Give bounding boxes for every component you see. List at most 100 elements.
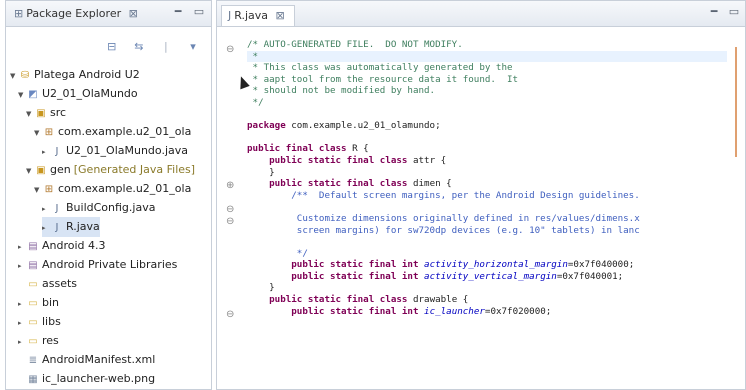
tree-item-label: Platega Android U2 (34, 68, 140, 81)
close-icon[interactable]: ⊠ (129, 7, 138, 20)
code-line: Customize dimensions originally defined … (247, 213, 727, 225)
expand-down-icon[interactable]: ▼ (26, 161, 34, 181)
tree-item-label: ic_launcher-web.png (42, 372, 156, 385)
expand-right-icon[interactable]: ▸ (18, 294, 26, 314)
tree-item[interactable]: ▼ ▣ src (26, 103, 66, 123)
expand-down-icon[interactable]: ▼ (34, 123, 42, 143)
link-with-editor-icon[interactable]: ⇆ (131, 39, 147, 55)
expand-right-icon[interactable]: ▸ (42, 199, 50, 219)
image-file-icon: ▦ (28, 374, 38, 385)
folder-icon: ▭ (28, 279, 38, 290)
source-folder-icon: ▣ (36, 108, 46, 119)
tree-item[interactable]: ▸ J R.java (42, 217, 100, 237)
expand-down-icon[interactable]: ▼ (18, 85, 26, 105)
tree-item[interactable]: ▸ J BuildConfig.java (42, 198, 155, 218)
package-icon: ⊞ (44, 184, 54, 195)
tree-item[interactable]: ▼ ◩ U2_01_OlaMundo (18, 84, 138, 104)
expand-right-icon[interactable]: ▸ (42, 142, 50, 162)
tab-r-java[interactable]: J R.java ⊠ (221, 5, 295, 26)
code-token: com.example.u2_01_olamundo; (285, 120, 441, 132)
tree-item[interactable]: ▸ ▤ Android Private Libraries (18, 255, 177, 275)
fold-collapse-icon[interactable]: ⊖ (226, 309, 234, 320)
view-menu-icon[interactable]: ▾ (185, 39, 201, 55)
tab-package-explorer[interactable]: ⊞ Package Explorer ⊠ (8, 4, 147, 24)
code-line: /* AUTO-GENERATED FILE. DO NOT MODIFY. (247, 39, 727, 51)
fold-collapse-icon[interactable]: ⊖ (226, 216, 234, 227)
tree-item-decoration: [Generated Java Files] (73, 163, 196, 176)
code-token: R { (346, 143, 369, 155)
tree-item-label: AndroidManifest.xml (42, 353, 156, 366)
code-line: */ (247, 248, 727, 260)
tree-item-label: U2_01_OlaMundo.java (66, 144, 188, 157)
code-line: * should not be modified by hand. (247, 85, 727, 97)
tree-item[interactable]: ▭ assets (18, 274, 77, 294)
editor-view: J R.java ⊠ ━ ▭ ⊖ ⊕ ⊖ ⊖ ⊖ /* AUTO-GENERATE… (216, 0, 746, 390)
tree-item[interactable]: ▸ J U2_01_OlaMundo.java (42, 141, 188, 161)
tree-item[interactable]: ▸ ▤ Android 4.3 (18, 236, 106, 256)
code-token: public static final class (269, 294, 408, 306)
code-token: screen margins) for sw720dp devices (e.g… (247, 224, 640, 236)
tree-item[interactable]: ≣ AndroidManifest.xml (18, 350, 155, 370)
code-line: screen margins) for sw720dp devices (e.g… (247, 225, 727, 237)
fold-expand-icon[interactable]: ⊕ (226, 180, 234, 191)
java-file-icon: J (55, 146, 59, 157)
expand-right-icon[interactable]: ▸ (18, 332, 26, 352)
code-token: =0x7f040000; (567, 259, 635, 271)
tree-item-label: res (42, 334, 59, 347)
tree-item-label: libs (42, 315, 61, 328)
tree-item-label: BuildConfig.java (66, 201, 156, 214)
expand-down-icon[interactable]: ▼ (34, 180, 42, 200)
tree-item[interactable]: ▸ ▭ bin (18, 293, 59, 313)
minimize-icon[interactable]: ━ (171, 5, 185, 18)
fold-collapse-icon[interactable]: ⊖ (226, 204, 234, 215)
expand-down-icon[interactable]: ▼ (10, 66, 18, 86)
code-token: */ (247, 247, 308, 259)
code-token: =0x7f040001; (556, 270, 624, 282)
package-icon: ⊞ (44, 127, 54, 138)
tree-item[interactable]: ▼ ⛁ Platega Android U2 (10, 65, 140, 85)
code-line: /** Default screen margins, per the Andr… (247, 190, 727, 202)
minimize-icon[interactable]: ━ (707, 5, 721, 18)
expand-down-icon[interactable]: ▼ (26, 104, 34, 124)
tree-item-label: Android Private Libraries (42, 258, 178, 271)
expand-right-icon[interactable]: ▸ (18, 256, 26, 276)
code-token: /** Default screen margins, per the Andr… (247, 189, 640, 201)
tree-item[interactable]: ▸ ▭ res (18, 331, 59, 351)
code-token: public static final class (269, 178, 408, 190)
code-token: ic_launcher (424, 305, 485, 317)
code-token: * should not be modified by hand. (247, 85, 436, 97)
code-token: public static final class (269, 154, 408, 166)
code-token: public static final int (291, 259, 419, 271)
expand-right-icon[interactable]: ▸ (18, 237, 26, 257)
code-line: public static final class drawable { (247, 294, 727, 306)
code-line: } (247, 282, 727, 294)
library-icon: ▤ (28, 260, 38, 271)
expand-right-icon[interactable]: ▸ (18, 313, 26, 333)
code-line: public static final class attr { (247, 155, 727, 167)
close-icon[interactable]: ⊠ (276, 9, 285, 22)
fold-collapse-icon[interactable]: ⊖ (226, 44, 234, 55)
tab-package-explorer-label: Package Explorer (26, 7, 122, 20)
maximize-icon[interactable]: ▭ (727, 5, 741, 18)
project-icon: ⛁ (20, 70, 30, 81)
code-token: /* AUTO-GENERATED FILE. DO NOT MODIFY. (247, 39, 463, 50)
tree-item[interactable]: ▼ ⊞ com.example.u2_01_ola (34, 122, 191, 142)
tree-item[interactable]: ▸ ▭ libs (18, 312, 61, 332)
tree-item[interactable]: ▼ ⊞ com.example.u2_01_ola (34, 179, 191, 199)
code-line: package com.example.u2_01_olamundo; (247, 120, 727, 132)
code-editor[interactable]: /* AUTO-GENERATED FILE. DO NOT MODIFY. *… (247, 39, 727, 317)
code-token: */ (247, 96, 264, 108)
tree-item[interactable]: ▦ ic_launcher-web.png (18, 369, 155, 389)
tree-item[interactable]: ▼ ▣ gen [Generated Java Files] (26, 160, 195, 180)
folder-icon: ▭ (28, 317, 38, 328)
expand-right-icon[interactable]: ▸ (42, 218, 50, 238)
code-line: * aapt tool from the resource data it fo… (247, 74, 727, 86)
code-token: public static final int (291, 305, 419, 317)
collapse-all-icon[interactable]: ⊟ (104, 39, 120, 55)
maximize-icon[interactable]: ▭ (192, 5, 206, 18)
